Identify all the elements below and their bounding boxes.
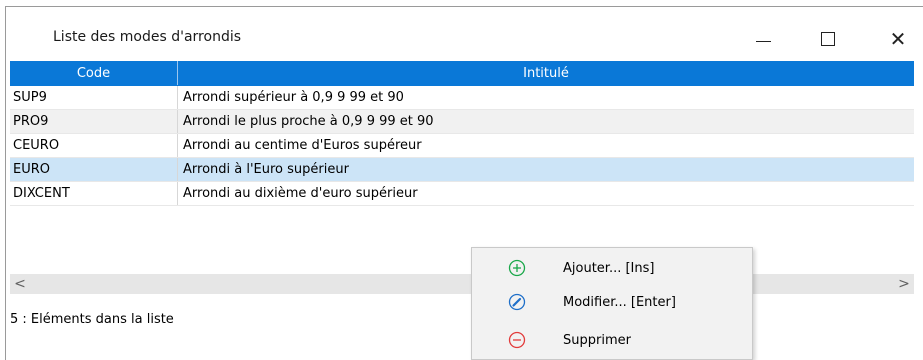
minimize-button[interactable] [741, 24, 785, 54]
table-row[interactable]: SUP9 Arrondi supérieur à 0,9 9 99 et 90 [10, 86, 914, 110]
table-row[interactable]: CEURO Arrondi au centime d'Euros supéreu… [10, 134, 914, 158]
cell-code: SUP9 [10, 86, 178, 109]
minimize-icon [755, 40, 771, 42]
column-header-intitule[interactable]: Intitulé [178, 61, 914, 85]
cell-code: PRO9 [10, 110, 178, 133]
chevron-right-icon: > [898, 276, 910, 292]
plus-circle-icon [508, 259, 526, 277]
close-icon: ✕ [889, 27, 907, 51]
context-menu: Ajouter... [Ins] Modifier... [Enter] Sup… [471, 247, 753, 360]
minus-circle-icon [508, 331, 526, 349]
table-row-selected[interactable]: EURO Arrondi à l'Euro supérieur [10, 158, 914, 182]
grid-header: Code Intitulé [10, 61, 914, 86]
cell-intitule: Arrondi supérieur à 0,9 9 99 et 90 [183, 90, 404, 105]
menu-item-label: Modifier... [Enter] [563, 294, 676, 310]
column-header-code[interactable]: Code [10, 61, 178, 85]
maximize-button[interactable] [806, 24, 850, 54]
menu-item-label: Supprimer [563, 332, 631, 348]
rounding-modes-grid: Code Intitulé SUP9 Arrondi supérieur à 0… [10, 61, 914, 206]
menu-item-supprimer[interactable]: Supprimer [472, 325, 752, 355]
maximize-icon [821, 32, 835, 46]
cell-code: EURO [10, 158, 178, 181]
horizontal-scrollbar[interactable]: < > [10, 274, 914, 294]
menu-item-ajouter[interactable]: Ajouter... [Ins] [472, 253, 752, 283]
cell-intitule: Arrondi au centime d'Euros supéreur [183, 138, 422, 153]
table-row[interactable]: PRO9 Arrondi le plus proche à 0,9 9 99 e… [10, 110, 914, 134]
cell-intitule: Arrondi au dixième d'euro supérieur [183, 186, 418, 201]
cell-intitule: Arrondi à l'Euro supérieur [183, 162, 349, 177]
status-text: 5 : Eléments dans la liste [10, 312, 174, 327]
cell-intitule: Arrondi le plus proche à 0,9 9 99 et 90 [183, 114, 434, 129]
close-button[interactable]: ✕ [876, 24, 920, 54]
cell-code: CEURO [10, 134, 178, 157]
scroll-left-button[interactable]: < [10, 274, 30, 294]
table-row[interactable]: DIXCENT Arrondi au dixième d'euro supéri… [10, 182, 914, 206]
scroll-right-button[interactable]: > [894, 274, 914, 294]
window-title: Liste des modes d'arrondis [53, 29, 242, 45]
cell-code: DIXCENT [10, 182, 178, 205]
menu-item-modifier[interactable]: Modifier... [Enter] [472, 287, 752, 317]
pencil-circle-icon [508, 293, 526, 311]
chevron-left-icon: < [14, 276, 26, 292]
title-bar[interactable]: Liste des modes d'arrondis ✕ [6, 7, 923, 65]
menu-item-label: Ajouter... [Ins] [563, 260, 655, 276]
